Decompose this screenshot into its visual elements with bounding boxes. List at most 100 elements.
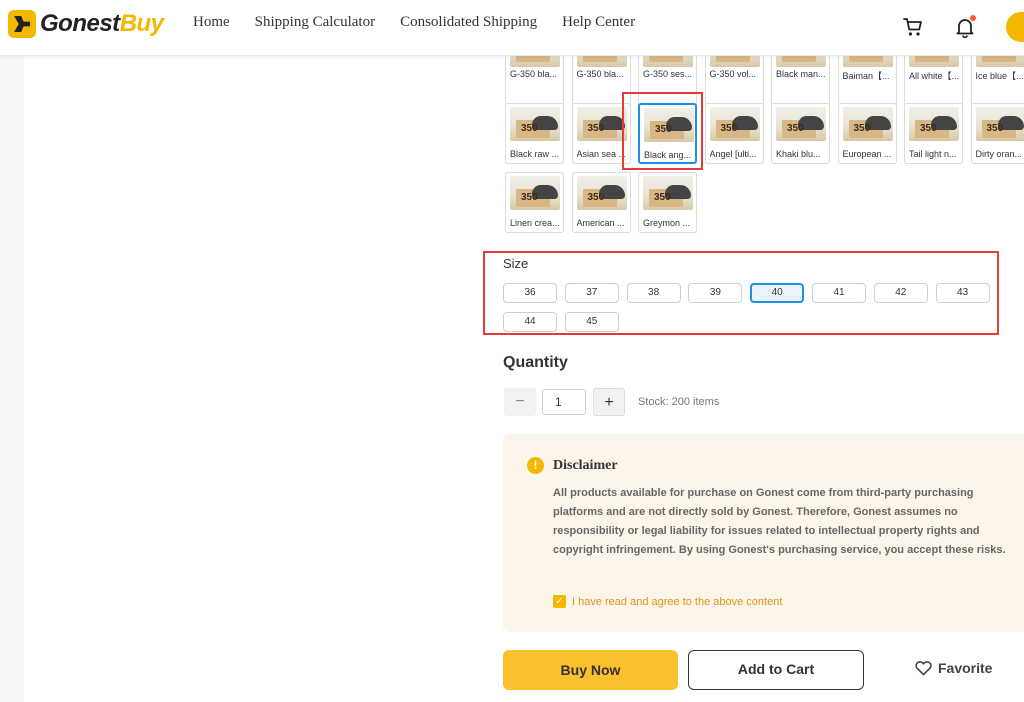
size-option-44[interactable]: 44 (503, 312, 557, 332)
variant-image: 350 (776, 107, 826, 141)
favorite-button[interactable]: Favorite (915, 660, 992, 676)
variant-thumb[interactable]: 350 Dirty oran... (970, 103, 1024, 164)
main-nav: Home Shipping Calculator Consolidated Sh… (193, 14, 635, 31)
variant-label: Angel [ulti... (709, 149, 757, 159)
size-option-39[interactable]: 39 (688, 283, 743, 303)
header-actions (902, 12, 1024, 42)
quantity-label: Quantity (503, 354, 568, 371)
variant-thumb[interactable]: 350 Khaki blu... (771, 103, 830, 164)
size-label: Size (503, 256, 529, 271)
variant-image: 350 (576, 56, 627, 67)
variant-thumb[interactable]: 350 Baiman【... (837, 56, 897, 107)
variant-image: 350 (510, 176, 560, 210)
quantity-decrement-button[interactable]: − (504, 388, 536, 416)
variant-thumb[interactable]: 350 Angel [ulti... (704, 103, 764, 164)
variant-image: 350 (576, 176, 627, 210)
nav-consolidated-shipping[interactable]: Consolidated Shipping (400, 14, 537, 31)
variant-thumb[interactable]: 350 All white【... (904, 56, 963, 107)
variant-image: 350 (909, 107, 959, 141)
variant-label: Linen crea... (510, 218, 560, 228)
agree-label[interactable]: I have read and agree to the above conte… (572, 596, 782, 608)
variant-label: Dirty oran... (975, 149, 1023, 159)
variant-image: 350 (975, 56, 1024, 67)
variant-image: 350 (776, 56, 826, 67)
variant-image: 350 (643, 56, 693, 67)
variant-thumb[interactable]: 350 G-350 bla... (505, 56, 564, 107)
top-header: GonestBuy Home Shipping Calculator Conso… (0, 0, 1024, 56)
cart-icon[interactable] (902, 16, 924, 38)
buy-now-button[interactable]: Buy Now (503, 650, 678, 690)
gonest-logo[interactable]: GonestBuy (8, 8, 164, 40)
add-to-cart-button[interactable]: Add to Cart (688, 650, 864, 690)
variant-label: Greymon ... (643, 218, 691, 228)
variant-grid: 350 G-350 bla... 350 G-350 bla... 350 G-350 s… (503, 56, 1024, 236)
size-option-45[interactable]: 45 (564, 312, 619, 332)
variant-thumb[interactable]: 350 G-350 bla... (571, 56, 631, 107)
variant-thumb[interactable]: 350 American ... (571, 172, 631, 233)
variant-thumb[interactable]: 350 Black ang... (638, 103, 697, 164)
logo-icon (8, 10, 36, 38)
notification-dot (970, 15, 976, 21)
variant-image: 350 (909, 56, 959, 67)
disclaimer-title: Disclaimer (553, 458, 618, 473)
variant-thumb[interactable]: 350 Black man... (771, 56, 830, 107)
variant-label: Ice blue【... (975, 71, 1024, 81)
variant-label: G-350 bla... (576, 69, 624, 79)
agree-checkbox[interactable]: ✓ (553, 595, 566, 608)
logo-text: GonestBuy (40, 10, 164, 37)
variant-label: Asian sea ... (576, 149, 627, 159)
variant-image: 350 (842, 56, 893, 67)
nav-shipping-calculator[interactable]: Shipping Calculator (255, 14, 375, 31)
nav-home[interactable]: Home (193, 14, 230, 31)
variant-thumb[interactable]: 350 G-350 vol... (704, 56, 764, 107)
favorite-label: Favorite (938, 660, 993, 676)
bell-icon[interactable] (954, 15, 976, 39)
variant-thumb[interactable]: 350 G-350 ses... (638, 56, 697, 107)
variant-label: G-350 ses... (643, 69, 693, 79)
variant-label: Black man... (776, 69, 826, 79)
variant-thumb[interactable]: 350 Black raw ... (505, 103, 564, 164)
variant-label: G-350 bla... (510, 69, 558, 79)
variant-thumb[interactable]: 350 Linen crea... (505, 172, 564, 233)
quantity-input[interactable]: 1 (542, 389, 586, 415)
quantity-increment-button[interactable]: + (593, 388, 625, 416)
disclaimer-panel: ! Disclaimer All products available for … (503, 434, 1024, 632)
variant-label: European ... (842, 149, 892, 159)
size-option-43[interactable]: 43 (935, 283, 990, 303)
avatar[interactable] (1006, 12, 1024, 42)
size-option-37[interactable]: 37 (564, 283, 619, 303)
warning-icon: ! (527, 457, 544, 474)
size-option-38[interactable]: 38 (626, 283, 681, 303)
variant-image: 350 (644, 108, 694, 142)
variant-image: 350 (709, 107, 760, 141)
variant-label: Black raw ... (510, 149, 560, 159)
variant-label: Baiman【... (842, 71, 890, 81)
variant-thumb[interactable]: 350 Greymon ... (638, 172, 697, 233)
variant-thumb[interactable]: 350 Asian sea ... (571, 103, 631, 164)
size-option-36[interactable]: 36 (503, 283, 557, 303)
variant-image: 350 (510, 107, 560, 141)
variant-thumb[interactable]: 350 Tail light n... (904, 103, 963, 164)
variant-image: 350 (842, 107, 893, 141)
variant-image: 350 (510, 56, 560, 67)
variant-image: 350 (975, 107, 1024, 141)
agree-row[interactable]: ✓ I have read and agree to the above con… (553, 595, 782, 608)
heart-icon (915, 660, 932, 676)
size-option-42[interactable]: 42 (873, 283, 928, 303)
variant-label: Black ang... (644, 150, 692, 160)
variant-thumb[interactable]: 350 Ice blue【... (970, 56, 1024, 107)
variant-image: 350 (576, 107, 627, 141)
variant-image: 350 (709, 56, 760, 67)
variant-label: Khaki blu... (776, 149, 821, 159)
variant-label: G-350 vol... (709, 69, 757, 79)
nav-help-center[interactable]: Help Center (562, 14, 635, 31)
disclaimer-body: All products available for purchase on G… (553, 487, 1006, 556)
variant-thumb[interactable]: 350 European ... (837, 103, 897, 164)
size-option-41[interactable]: 41 (812, 283, 866, 303)
size-option-40[interactable]: 40 (750, 283, 805, 303)
variant-label: Tail light n... (909, 149, 957, 159)
variant-label: All white【... (909, 71, 960, 81)
variant-label: American ... (576, 218, 625, 228)
left-gutter (0, 56, 24, 702)
stock-text: Stock: 200 items (638, 396, 720, 408)
